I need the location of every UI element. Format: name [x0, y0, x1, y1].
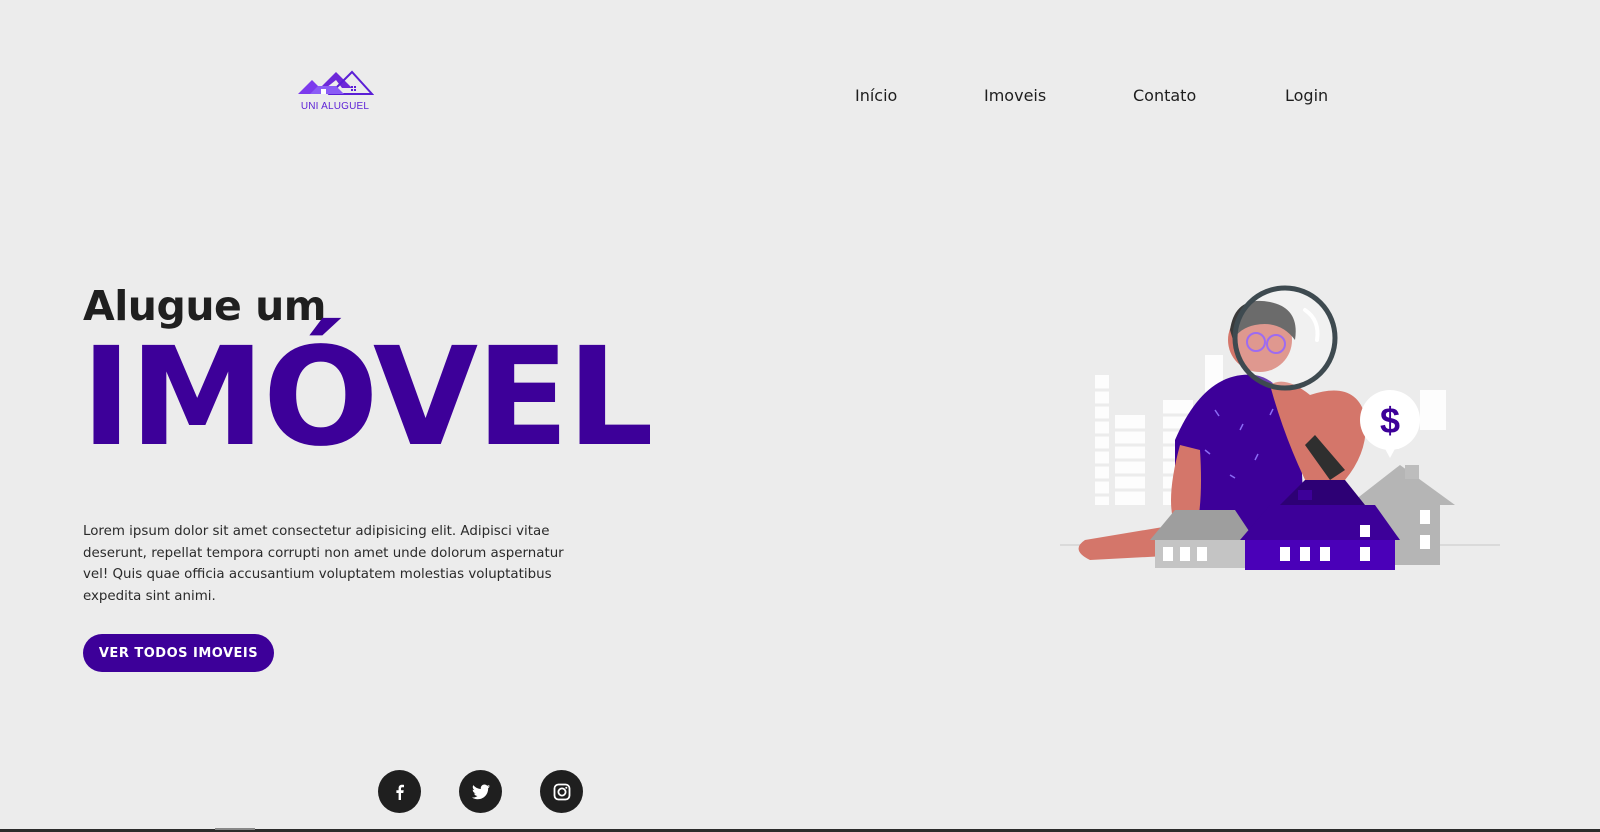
twitter-icon [471, 784, 490, 799]
instagram-button[interactable] [540, 770, 583, 813]
nav-item-login[interactable]: Login [1285, 86, 1328, 105]
twitter-button[interactable] [459, 770, 502, 813]
hero-title: IMÓVEL [81, 319, 654, 477]
facebook-icon [395, 784, 404, 800]
view-all-properties-button[interactable]: VER TODOS IMOVEIS [83, 634, 274, 672]
nav-item-inicio[interactable]: Início [855, 86, 897, 105]
hero-illustration: $ [1060, 285, 1500, 570]
nav-item-contato[interactable]: Contato [1133, 86, 1196, 105]
logo[interactable]: UNI ALUGUEL [296, 68, 374, 116]
instagram-icon [553, 783, 570, 800]
facebook-button[interactable] [378, 770, 421, 813]
nav-item-imoveis[interactable]: Imoveis [984, 86, 1046, 105]
magnifier-lens [1232, 285, 1338, 391]
logo-text: UNI ALUGUEL [300, 101, 370, 112]
dollar-icon: $ [1380, 400, 1400, 441]
hero-description: Lorem ipsum dolor sit amet consectetur a… [83, 524, 564, 604]
houses-logo-icon [298, 70, 374, 95]
